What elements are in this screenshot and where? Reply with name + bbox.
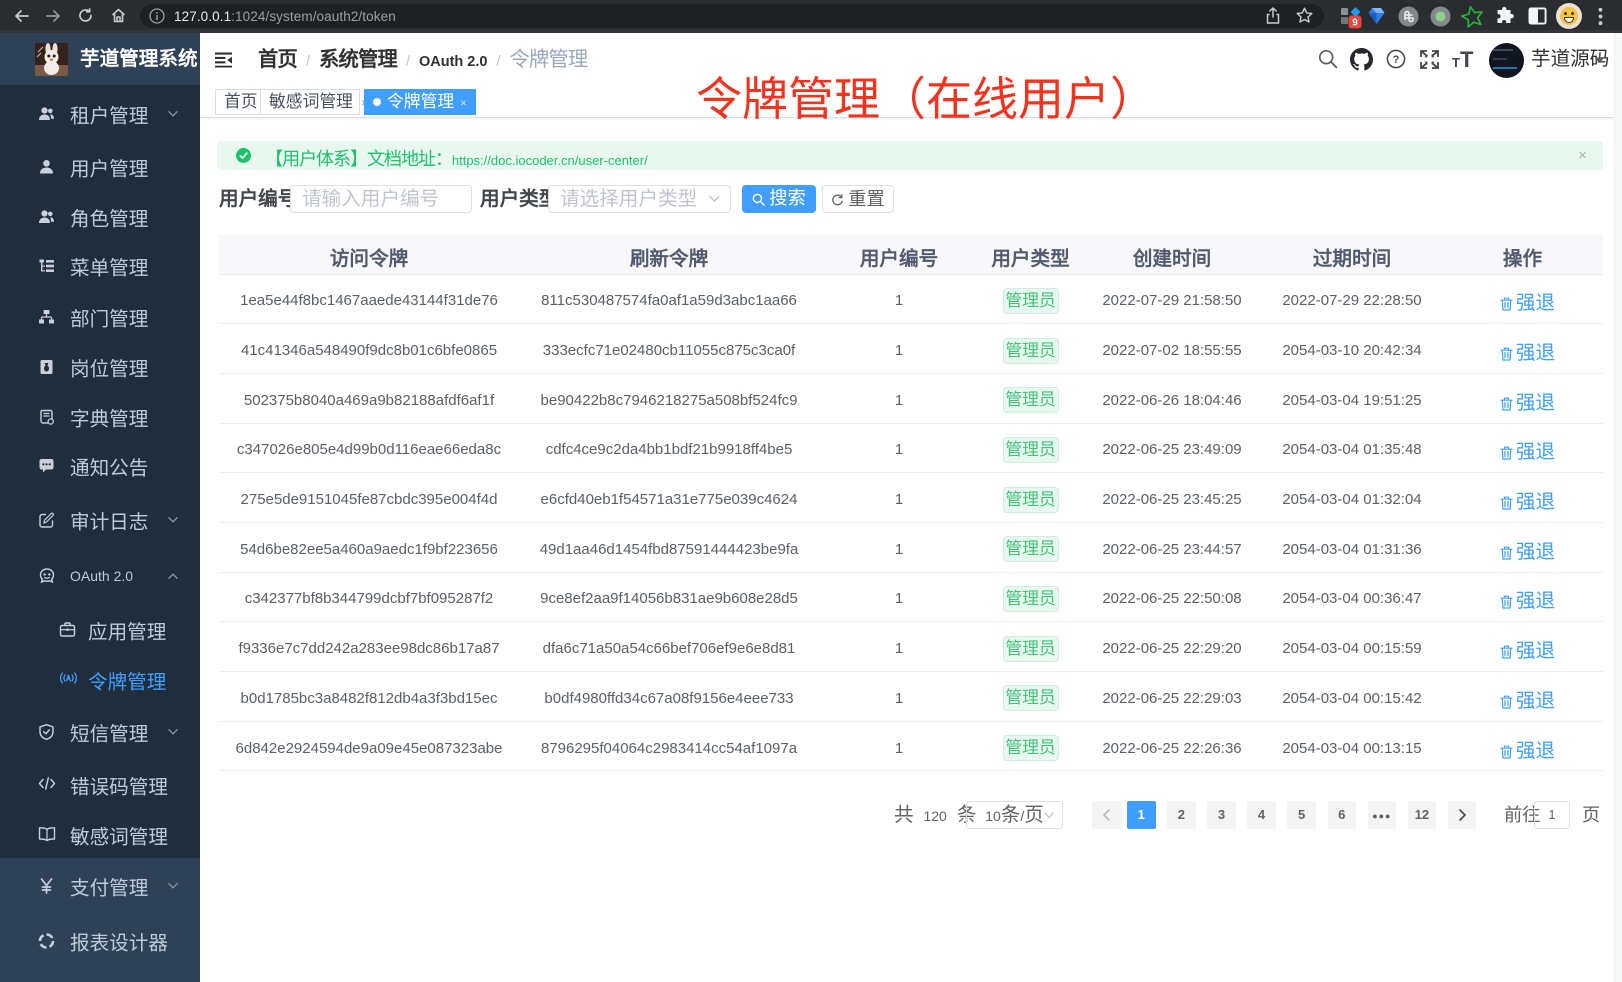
- svg-text:9: 9: [1352, 18, 1358, 29]
- svg-text:?: ?: [1393, 54, 1400, 66]
